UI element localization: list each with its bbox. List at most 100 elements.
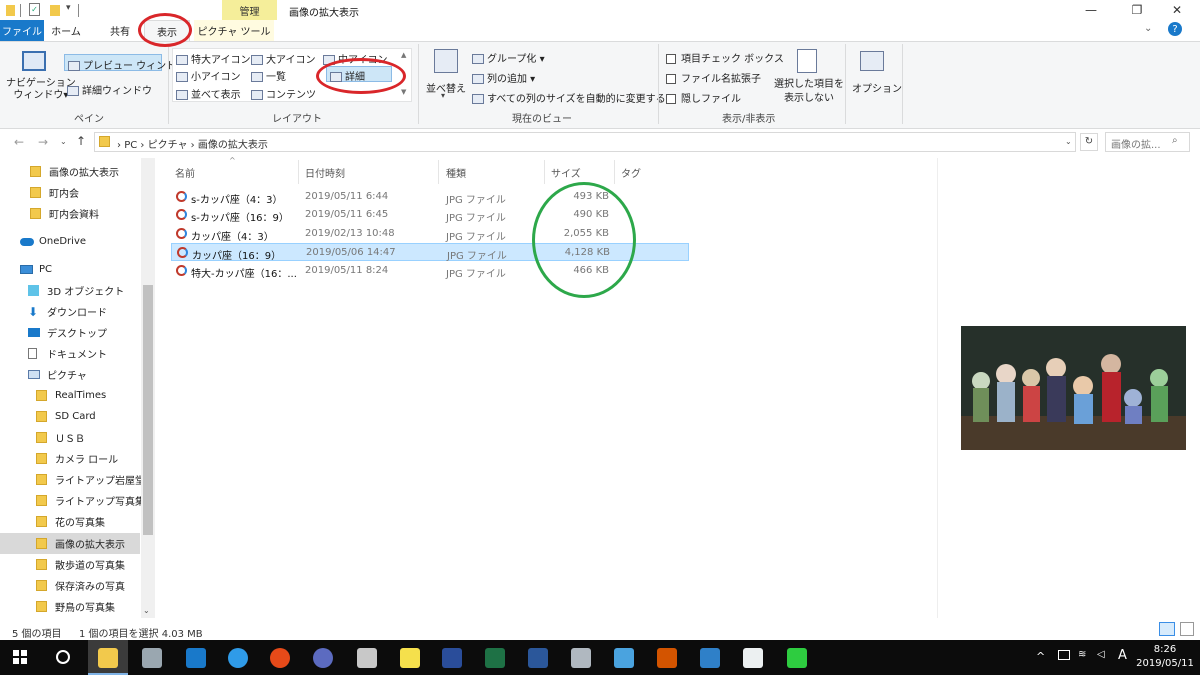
taskbar-app-icon[interactable] — [787, 648, 807, 668]
wifi-icon[interactable]: ≋ — [1078, 649, 1086, 660]
network-icon[interactable] — [1058, 650, 1070, 660]
folder-icon — [36, 453, 47, 464]
column-header-name[interactable]: 名前 — [175, 160, 295, 184]
file-extensions-label: ファイル名拡張子 — [681, 74, 761, 85]
size-columns-icon — [472, 94, 484, 104]
word-icon[interactable] — [528, 648, 548, 668]
properties-icon[interactable]: ✓ — [29, 3, 40, 16]
tab-file[interactable]: ファイル — [0, 20, 44, 41]
tiles-option[interactable]: 並べて表示 — [176, 86, 241, 101]
column-header-tags[interactable]: タグ — [621, 160, 681, 184]
divider — [298, 160, 299, 184]
nav-scrollbar-thumb[interactable] — [143, 285, 153, 535]
column-header-date[interactable]: 日付時刻 — [305, 160, 435, 184]
edge-icon[interactable] — [186, 648, 206, 668]
windows-start-icon[interactable] — [13, 650, 27, 664]
paint-icon[interactable] — [571, 648, 591, 668]
sticky-notes-icon[interactable] — [400, 648, 420, 668]
options-button[interactable]: オプション — [852, 80, 902, 95]
preview-pane-icon — [68, 61, 80, 71]
sort-by-icon[interactable] — [434, 49, 458, 73]
nav-item-onedrive[interactable]: OneDrive — [0, 231, 160, 252]
scroll-down-icon[interactable]: ⌄ — [143, 606, 150, 615]
taskbar-app-icon[interactable] — [614, 648, 634, 668]
group-by-button[interactable]: グループ化 ▾ — [472, 50, 545, 65]
new-folder-icon[interactable] — [50, 5, 60, 16]
breadcrumb-pictures[interactable]: ピクチャ — [148, 140, 188, 151]
forward-icon[interactable]: → — [38, 135, 48, 149]
annotation-red-circle — [316, 58, 406, 94]
folder-icon — [36, 411, 47, 422]
gallery-more-icon[interactable]: ▼ — [401, 88, 406, 96]
hidden-items-option[interactable]: 隠しファイル — [666, 90, 741, 105]
breadcrumb: › PC › ピクチャ › 画像の拡大表示 — [117, 136, 268, 151]
toolbox-icon[interactable] — [657, 648, 677, 668]
content-option[interactable]: コンテンツ — [251, 86, 316, 101]
nav-label: ピクチャ — [47, 371, 87, 382]
volume-icon[interactable]: ◁ — [1097, 649, 1105, 660]
close-button[interactable]: ✕ — [1154, 0, 1200, 20]
sort-by-dropdown-icon[interactable]: ▾ — [441, 91, 445, 100]
folder-icon — [99, 136, 110, 147]
details-pane-button[interactable]: 詳細ウィンドウ — [67, 82, 152, 97]
refresh-icon[interactable]: ↻ — [1080, 133, 1098, 151]
content-icon — [251, 90, 263, 100]
hidden-items-checkbox[interactable] — [666, 94, 676, 104]
small-icons-option[interactable]: 小アイコン — [176, 68, 241, 83]
details-view-icon[interactable] — [1159, 622, 1175, 636]
remote-desktop-icon[interactable] — [700, 648, 720, 668]
taskbar-app-icon[interactable] — [142, 648, 162, 668]
back-icon[interactable]: ← — [14, 135, 24, 149]
quick-access-dropdown-icon[interactable]: ▾ — [66, 3, 71, 13]
help-icon[interactable]: ? — [1168, 22, 1182, 36]
item-check-boxes-checkbox[interactable] — [666, 54, 676, 64]
extra-large-icons-option[interactable]: 特大アイコン — [176, 51, 251, 66]
nav-item-pc[interactable]: PC — [0, 259, 160, 280]
address-dropdown-icon[interactable]: ⌄ — [1065, 137, 1072, 146]
tab-picture-tools[interactable]: ピクチャ ツール — [194, 20, 274, 41]
taskbar-app-icon[interactable] — [357, 648, 377, 668]
nav-item-image-enlarge[interactable]: 画像の拡大表示 — [0, 533, 140, 554]
file-extensions-option[interactable]: ファイル名拡張子 — [666, 70, 761, 85]
file-date: 2019/02/13 10:48 — [305, 228, 395, 239]
taskbar-app-icon[interactable] — [313, 648, 333, 668]
minimize-button[interactable]: — — [1068, 0, 1114, 20]
hide-selected-button[interactable]: 選択した項目を 表示しない — [774, 78, 844, 106]
ime-indicator[interactable]: A — [1118, 648, 1127, 663]
chrome-icon[interactable] — [270, 648, 290, 668]
internet-explorer-icon[interactable] — [228, 648, 248, 668]
column-header-size[interactable]: サイズ — [551, 160, 611, 184]
item-check-boxes-option[interactable]: 項目チェック ボックス — [666, 50, 784, 65]
add-columns-button[interactable]: 列の追加 ▾ — [472, 70, 535, 85]
show-hidden-icons-icon[interactable]: ^ — [1036, 650, 1045, 663]
taskbar-app-icon[interactable] — [442, 648, 462, 668]
column-header-type[interactable]: 種類 — [446, 160, 536, 184]
clock[interactable]: 8:26 2019/05/11 — [1136, 643, 1194, 671]
jpg-file-icon — [176, 191, 187, 202]
size-all-columns-button[interactable]: すべての列のサイズを自動的に変更する — [472, 90, 666, 105]
list-option[interactable]: 一覧 — [251, 68, 286, 83]
chevron-down-icon[interactable]: ⌄ — [1144, 23, 1152, 34]
large-icons-view-icon[interactable] — [1180, 622, 1194, 636]
excel-icon[interactable] — [485, 648, 505, 668]
tab-home[interactable]: ホーム — [46, 20, 86, 41]
large-icons-option[interactable]: 大アイコン — [251, 51, 316, 66]
navigation-pane-icon[interactable] — [22, 51, 46, 71]
gallery-scroll-up-icon[interactable]: ▲ — [401, 51, 406, 59]
taskbar-app-icon[interactable] — [743, 648, 763, 668]
hide-selected-icon[interactable] — [797, 49, 817, 73]
breadcrumb-pc[interactable]: PC — [124, 140, 137, 151]
recent-locations-icon[interactable]: ⌄ — [60, 137, 67, 146]
breadcrumb-current[interactable]: 画像の拡大表示 — [198, 140, 268, 151]
tab-share[interactable]: 共有 — [102, 20, 138, 41]
windows-logo-svg — [13, 650, 27, 664]
preview-pane-button[interactable]: プレビュー ウィンドウ — [64, 54, 186, 72]
cube-icon — [28, 285, 39, 296]
file-type: JPG ファイル — [446, 269, 506, 280]
search-cortana-icon[interactable] — [56, 650, 70, 664]
up-icon[interactable]: ↑ — [76, 134, 86, 148]
navigation-pane-button[interactable]: ナビゲーション ウィンドウ▾ — [6, 78, 76, 102]
sort-by-button[interactable]: 並べ替え — [426, 80, 466, 95]
file-extensions-checkbox[interactable] — [666, 74, 676, 84]
options-icon[interactable] — [860, 51, 884, 71]
